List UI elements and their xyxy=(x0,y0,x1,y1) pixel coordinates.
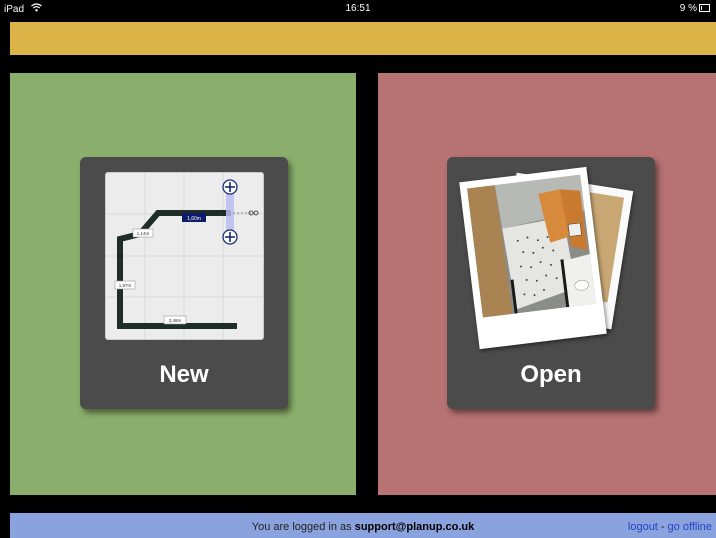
open-panel[interactable]: Open xyxy=(378,73,716,495)
svg-text:1,60m: 1,60m xyxy=(187,216,201,222)
battery-icon xyxy=(699,4,710,13)
bottom-bar: You are logged in as support@planup.co.u… xyxy=(10,513,716,538)
login-message: You are logged in as xyxy=(251,521,352,533)
new-label: New xyxy=(159,361,209,388)
status-time: 16:51 xyxy=(345,3,371,14)
go-offline-link[interactable]: go offline xyxy=(668,521,712,533)
dimension-label-selected: 1,60m xyxy=(182,213,206,222)
svg-text:1,97m: 1,97m xyxy=(119,283,132,288)
wall-selection-highlight xyxy=(226,191,234,236)
dimension-label: 1,14m xyxy=(132,228,154,238)
logout-link[interactable]: logout xyxy=(628,521,658,533)
floor-plan-thumbnail: 1,60m 1,14m 1,97m 3,48m xyxy=(105,172,264,340)
dimension-label: 3,48m xyxy=(163,315,187,325)
new-plan-button[interactable]: 1,60m 1,14m 1,97m 3,48m New xyxy=(80,157,288,409)
open-label: Open xyxy=(520,361,582,388)
footer-links: logout - go offline xyxy=(628,521,712,533)
svg-text:1,14m: 1,14m xyxy=(137,231,150,236)
room-3d-preview-photo xyxy=(459,166,607,350)
new-panel[interactable]: 1,60m 1,14m 1,97m 3,48m New xyxy=(10,73,356,495)
top-bar xyxy=(10,22,716,55)
status-right: 9 % xyxy=(680,3,710,14)
add-point-icon xyxy=(222,229,238,245)
user-email: support@planup.co.uk xyxy=(354,521,475,533)
svg-text:3,48m: 3,48m xyxy=(169,318,182,323)
battery-percent: 9 % xyxy=(679,3,697,14)
link-separator: - xyxy=(660,521,665,533)
status-bar: iPad 16:51 9 % xyxy=(0,0,716,18)
login-status: You are logged in as support@planup.co.u… xyxy=(10,521,716,533)
open-plan-button[interactable]: Open xyxy=(447,157,655,409)
dimension-label: 1,97m xyxy=(114,280,136,290)
add-point-icon xyxy=(222,179,238,195)
